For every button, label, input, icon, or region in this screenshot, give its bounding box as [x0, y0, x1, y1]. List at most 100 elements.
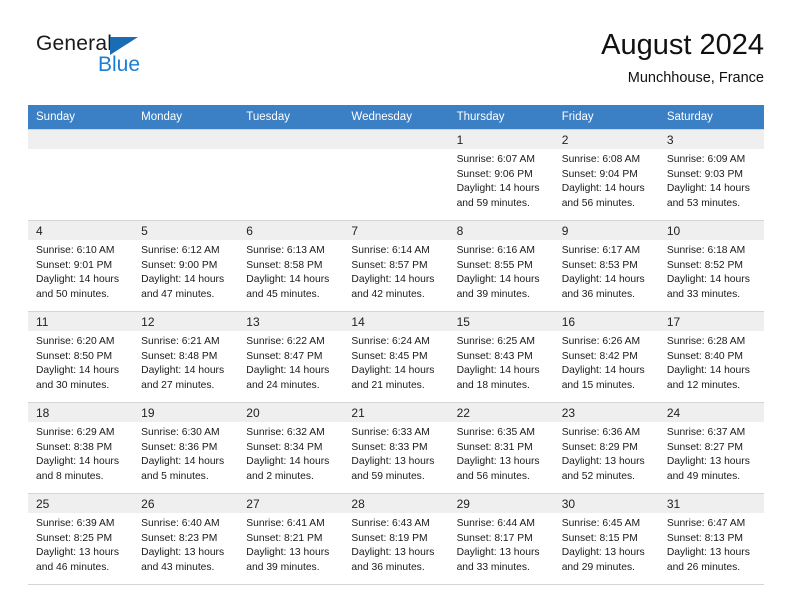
sunset-time: Sunset: 8:29 PM — [561, 441, 638, 453]
day-cell-inner: 26 Sunrise: 6:40 AM Sunset: 8:23 PM Dayligh… — [133, 494, 239, 584]
calendar-day-cell[interactable]: 29 Sunrise: 6:44 AM Sunset: 8:17 PM Dayligh… — [448, 493, 554, 585]
day-number: 6 — [238, 221, 344, 240]
calendar-day-cell[interactable]: 20 Sunrise: 6:32 AM Sunset: 8:34 PM Dayligh… — [238, 402, 344, 494]
day-number: 13 — [238, 312, 344, 331]
sunset-time: Sunset: 8:19 PM — [351, 532, 428, 544]
daylight-duration-line1: Daylight: 14 hours — [666, 274, 750, 286]
calendar-day-cell[interactable]: 9 Sunrise: 6:17 AM Sunset: 8:53 PM Daylight… — [553, 220, 659, 312]
sunset-time: Sunset: 8:57 PM — [351, 259, 428, 271]
sunrise-time: Sunrise: 6:17 AM — [561, 245, 641, 256]
calendar-day-cell[interactable]: 31 Sunrise: 6:47 AM Sunset: 8:13 PM Dayligh… — [658, 493, 764, 585]
day-sun-info: Sunrise: 6:21 AM Sunset: 8:48 PM Daylight:… — [133, 331, 238, 393]
calendar-day-cell[interactable]: 16 Sunrise: 6:26 AM Sunset: 8:42 PM Dayligh… — [553, 311, 659, 403]
daylight-duration-line1: Daylight: 14 hours — [36, 456, 119, 468]
day-sun-info: Sunrise: 6:12 AM Sunset: 9:00 PM Daylight:… — [133, 240, 238, 302]
day-number: 23 — [553, 403, 659, 422]
sunrise-time: Sunrise: 6:18 AM — [666, 245, 746, 256]
sunrise-time: Sunrise: 6:12 AM — [141, 245, 220, 256]
calendar-day-cell[interactable]: 1 Sunrise: 6:07 AM Sunset: 9:06 PM Daylight… — [448, 129, 554, 221]
day-sun-info: Sunrise: 6:18 AM Sunset: 8:52 PM Daylight:… — [659, 240, 764, 302]
day-sun-info: Sunrise: 6:40 AM Sunset: 8:23 PM Daylight:… — [133, 513, 238, 575]
daylight-duration-line2: and 8 minutes. — [36, 470, 104, 482]
calendar-day-cell[interactable]: 13 Sunrise: 6:22 AM Sunset: 8:47 PM Dayligh… — [238, 311, 344, 403]
calendar-day-cell[interactable]: 17 Sunrise: 6:28 AM Sunset: 8:40 PM Dayligh… — [658, 311, 764, 403]
calendar-day-cell[interactable]: 25 Sunrise: 6:39 AM Sunset: 8:25 PM Dayligh… — [28, 493, 134, 585]
daylight-duration-line2: and 50 minutes. — [36, 288, 110, 300]
daylight-duration-line2: and 2 minutes. — [246, 470, 314, 482]
calendar-day-cell[interactable]: 4 Sunrise: 6:10 AM Sunset: 9:01 PM Daylight… — [28, 220, 134, 312]
daylight-duration-line1: Daylight: 14 hours — [561, 365, 645, 377]
daylight-duration-line2: and 59 minutes. — [456, 197, 530, 209]
weekday-header-monday: Monday — [133, 105, 239, 130]
sunset-time: Sunset: 8:33 PM — [351, 441, 428, 453]
calendar-day-cell[interactable]: 30 Sunrise: 6:45 AM Sunset: 8:15 PM Dayligh… — [553, 493, 659, 585]
daylight-duration-line1: Daylight: 14 hours — [246, 274, 330, 286]
day-sun-info: Sunrise: 6:29 AM Sunset: 8:38 PM Daylight:… — [28, 422, 133, 484]
generalblue-logo[interactable]: General Blue — [36, 32, 256, 88]
day-number: 12 — [133, 312, 239, 331]
calendar-day-cell[interactable]: 23 Sunrise: 6:36 AM Sunset: 8:29 PM Dayligh… — [553, 402, 659, 494]
calendar-day-cell[interactable]: 27 Sunrise: 6:41 AM Sunset: 8:21 PM Dayligh… — [238, 493, 344, 585]
calendar-day-cell[interactable]: 24 Sunrise: 6:37 AM Sunset: 8:27 PM Dayligh… — [658, 402, 764, 494]
day-number: 9 — [553, 221, 659, 240]
sunrise-time: Sunrise: 6:43 AM — [351, 518, 430, 529]
sunset-time: Sunset: 8:36 PM — [141, 441, 218, 453]
day-cell-inner: 21 Sunrise: 6:33 AM Sunset: 8:33 PM Dayligh… — [343, 403, 449, 493]
calendar-day-cell-empty — [28, 129, 134, 221]
calendar-day-cell[interactable]: 26 Sunrise: 6:40 AM Sunset: 8:23 PM Dayligh… — [133, 493, 239, 585]
calendar-day-cell[interactable]: 22 Sunrise: 6:35 AM Sunset: 8:31 PM Dayligh… — [448, 402, 554, 494]
calendar-day-cell[interactable]: 15 Sunrise: 6:25 AM Sunset: 8:43 PM Dayligh… — [448, 311, 554, 403]
sunrise-time: Sunrise: 6:08 AM — [561, 154, 641, 165]
daylight-duration-line2: and 39 minutes. — [456, 288, 530, 300]
day-cell-inner: 22 Sunrise: 6:35 AM Sunset: 8:31 PM Dayligh… — [448, 403, 554, 493]
day-cell-inner: 10 Sunrise: 6:18 AM Sunset: 8:52 PM Dayligh… — [658, 221, 764, 311]
daylight-duration-line1: Daylight: 14 hours — [246, 456, 330, 468]
calendar-day-cell[interactable]: 10 Sunrise: 6:18 AM Sunset: 8:52 PM Dayligh… — [658, 220, 764, 312]
daylight-duration-line1: Daylight: 13 hours — [561, 456, 645, 468]
weekday-header-wednesday: Wednesday — [343, 105, 449, 130]
sunrise-time: Sunrise: 6:24 AM — [351, 336, 430, 347]
calendar-day-cell[interactable]: 2 Sunrise: 6:08 AM Sunset: 9:04 PM Daylight… — [553, 129, 659, 221]
sunrise-time: Sunrise: 6:07 AM — [456, 154, 535, 165]
calendar-day-cell[interactable]: 12 Sunrise: 6:21 AM Sunset: 8:48 PM Dayligh… — [133, 311, 239, 403]
sunrise-time: Sunrise: 6:41 AM — [246, 518, 325, 529]
calendar-day-cell[interactable]: 21 Sunrise: 6:33 AM Sunset: 8:33 PM Dayligh… — [343, 402, 449, 494]
sunset-time: Sunset: 8:42 PM — [561, 350, 638, 362]
sunset-time: Sunset: 8:48 PM — [141, 350, 218, 362]
sunrise-time: Sunrise: 6:44 AM — [456, 518, 535, 529]
sunset-time: Sunset: 8:50 PM — [36, 350, 113, 362]
sunset-time: Sunset: 9:04 PM — [561, 168, 638, 180]
calendar-day-cell[interactable]: 28 Sunrise: 6:43 AM Sunset: 8:19 PM Dayligh… — [343, 493, 449, 585]
day-number: 20 — [238, 403, 344, 422]
calendar-day-cell[interactable]: 3 Sunrise: 6:09 AM Sunset: 9:03 PM Daylight… — [658, 129, 764, 221]
daylight-duration-line2: and 53 minutes. — [666, 197, 741, 209]
day-sun-info: Sunrise: 6:25 AM Sunset: 8:43 PM Daylight:… — [449, 331, 554, 393]
daylight-duration-line1: Daylight: 14 hours — [141, 456, 225, 468]
day-number: 18 — [28, 403, 134, 422]
daylight-duration-line1: Daylight: 14 hours — [456, 183, 540, 195]
sunrise-time: Sunrise: 6:37 AM — [666, 427, 746, 438]
day-number: 17 — [658, 312, 764, 331]
day-sun-info: Sunrise: 6:41 AM Sunset: 8:21 PM Daylight:… — [238, 513, 343, 575]
calendar-day-cell[interactable]: 6 Sunrise: 6:13 AM Sunset: 8:58 PM Daylight… — [238, 220, 344, 312]
calendar-day-cell[interactable]: 7 Sunrise: 6:14 AM Sunset: 8:57 PM Daylight… — [343, 220, 449, 312]
day-sun-info: Sunrise: 6:26 AM Sunset: 8:42 PM Daylight:… — [554, 331, 659, 393]
day-sun-info: Sunrise: 6:32 AM Sunset: 8:34 PM Daylight:… — [238, 422, 343, 484]
day-cell-inner: 28 Sunrise: 6:43 AM Sunset: 8:19 PM Dayligh… — [343, 494, 449, 584]
day-number: 2 — [553, 130, 659, 149]
page-title: August 2024 — [601, 29, 764, 61]
title-block: August 2024 Munchhouse, France — [601, 28, 764, 88]
daylight-duration-line2: and 33 minutes. — [666, 288, 741, 300]
calendar-day-cell[interactable]: 11 Sunrise: 6:20 AM Sunset: 8:50 PM Dayligh… — [28, 311, 134, 403]
daylight-duration-line2: and 59 minutes. — [351, 470, 425, 482]
day-cell-inner — [28, 130, 134, 220]
calendar-day-cell[interactable]: 19 Sunrise: 6:30 AM Sunset: 8:36 PM Dayligh… — [133, 402, 239, 494]
calendar-day-cell[interactable]: 5 Sunrise: 6:12 AM Sunset: 9:00 PM Daylight… — [133, 220, 239, 312]
sunset-time: Sunset: 8:52 PM — [666, 259, 743, 271]
calendar-day-cell[interactable]: 18 Sunrise: 6:29 AM Sunset: 8:38 PM Dayligh… — [28, 402, 134, 494]
calendar-day-cell[interactable]: 14 Sunrise: 6:24 AM Sunset: 8:45 PM Dayligh… — [343, 311, 449, 403]
day-cell-inner — [343, 130, 449, 220]
day-sun-info: Sunrise: 6:43 AM Sunset: 8:19 PM Daylight:… — [343, 513, 448, 575]
calendar-day-cell[interactable]: 8 Sunrise: 6:16 AM Sunset: 8:55 PM Daylight… — [448, 220, 554, 312]
day-sun-info: Sunrise: 6:33 AM Sunset: 8:33 PM Daylight:… — [343, 422, 448, 484]
